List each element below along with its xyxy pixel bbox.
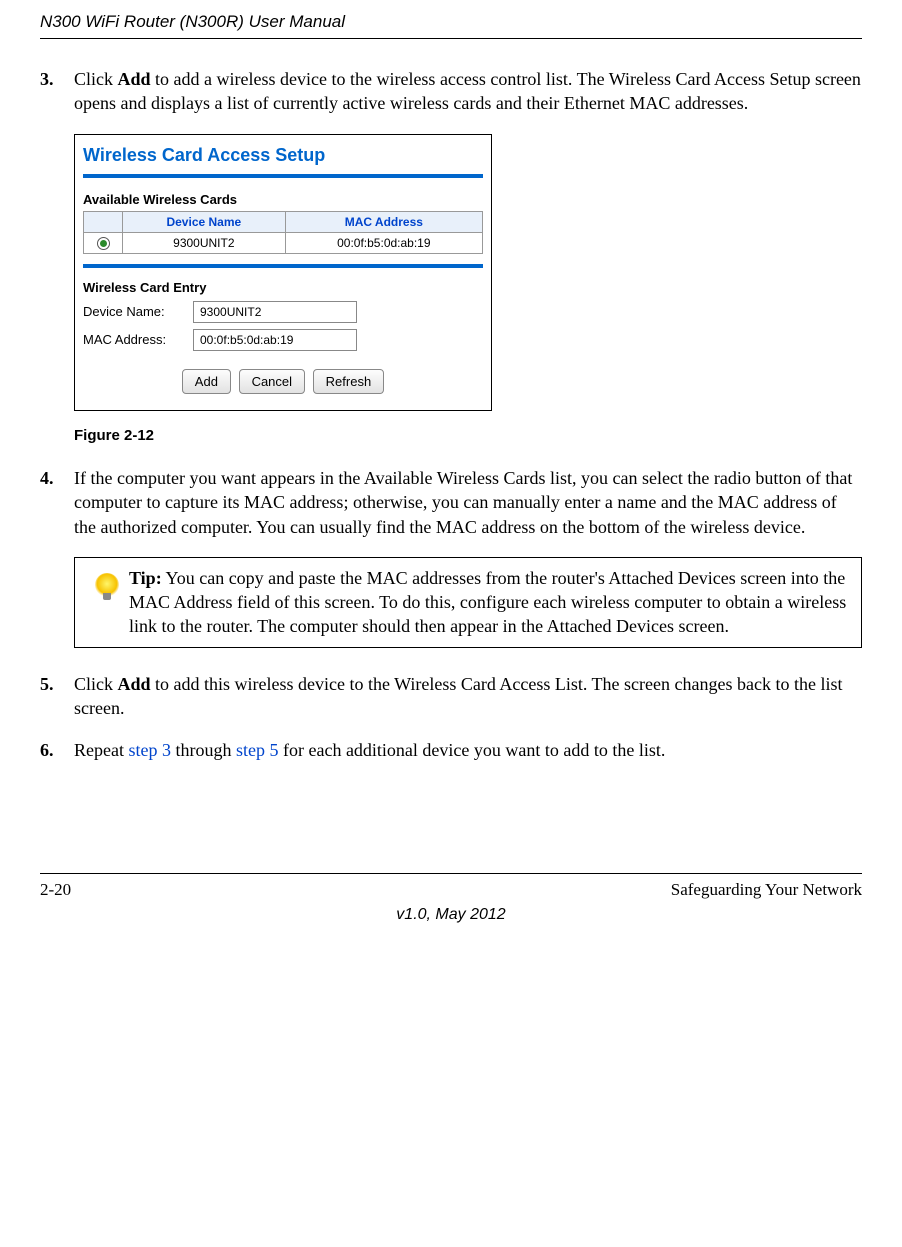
page-footer: 2-20 Safeguarding Your Network v1.0, May… <box>40 873 862 924</box>
tip-label: Tip: <box>129 568 162 588</box>
device-name-input[interactable]: 9300UNIT2 <box>193 301 357 323</box>
step-number: 5. <box>40 672 74 721</box>
wireless-card-access-setup-screenshot: Wireless Card Access Setup Available Wir… <box>74 134 492 411</box>
step-number: 6. <box>40 738 74 762</box>
table-row[interactable]: 9300UNIT2 00:0f:b5:0d:ab:19 <box>84 232 483 253</box>
title-bar <box>83 174 483 178</box>
step-number: 4. <box>40 466 74 539</box>
radio-column-header <box>84 211 123 232</box>
text-fragment: through <box>171 740 236 760</box>
available-cards-table: Device Name MAC Address 9300UNIT2 00:0f:… <box>83 211 483 254</box>
device-name-field-label: Device Name: <box>83 304 193 319</box>
add-keyword: Add <box>118 674 151 694</box>
text-fragment: to add this wireless device to the Wirel… <box>74 674 842 718</box>
refresh-button[interactable]: Refresh <box>313 369 385 394</box>
step-3-link[interactable]: step 3 <box>128 740 171 760</box>
available-cards-label: Available Wireless Cards <box>83 192 483 207</box>
step-text: Click Add to add a wireless device to th… <box>74 67 862 116</box>
mac-address-field-label: MAC Address: <box>83 332 193 347</box>
lightbulb-icon <box>92 570 122 600</box>
section-divider <box>83 264 483 268</box>
row-radio-button[interactable] <box>97 237 110 250</box>
add-button[interactable]: Add <box>182 369 231 394</box>
tip-text: Tip: You can copy and paste the MAC addr… <box>129 566 851 639</box>
cancel-button[interactable]: Cancel <box>239 369 305 394</box>
step-text: Repeat step 3 through step 5 for each ad… <box>74 738 862 762</box>
row-mac-address: 00:0f:b5:0d:ab:19 <box>285 232 482 253</box>
device-name-header: Device Name <box>123 211 286 232</box>
header-divider <box>40 38 862 39</box>
document-header: N300 WiFi Router (N300R) User Manual <box>40 0 862 38</box>
add-keyword: Add <box>118 69 151 89</box>
figure-caption: Figure 2-12 <box>74 427 862 444</box>
screenshot-title: Wireless Card Access Setup <box>83 145 483 166</box>
text-fragment: Repeat <box>74 740 128 760</box>
row-device-name: 9300UNIT2 <box>123 232 286 253</box>
step-text: Click Add to add this wireless device to… <box>74 672 862 721</box>
page-number: 2-20 <box>40 880 71 900</box>
step-5-link[interactable]: step 5 <box>236 740 279 760</box>
wireless-card-entry-label: Wireless Card Entry <box>83 280 483 295</box>
step-6: 6. Repeat step 3 through step 5 for each… <box>40 738 862 762</box>
mac-address-header: MAC Address <box>285 211 482 232</box>
mac-address-input[interactable]: 00:0f:b5:0d:ab:19 <box>193 329 357 351</box>
step-4: 4. If the computer you want appears in t… <box>40 466 862 539</box>
tip-box: Tip: You can copy and paste the MAC addr… <box>74 557 862 648</box>
text-fragment: to add a wireless device to the wireless… <box>74 69 861 113</box>
step-number: 3. <box>40 67 74 116</box>
footer-divider <box>40 873 862 874</box>
footer-version: v1.0, May 2012 <box>40 906 862 924</box>
text-fragment: for each additional device you want to a… <box>278 740 665 760</box>
footer-section-title: Safeguarding Your Network <box>671 880 862 900</box>
tip-body: You can copy and paste the MAC addresses… <box>129 568 846 637</box>
figure-2-12: Wireless Card Access Setup Available Wir… <box>74 134 862 411</box>
text-fragment: Click <box>74 674 118 694</box>
step-text: If the computer you want appears in the … <box>74 466 862 539</box>
step-3: 3. Click Add to add a wireless device to… <box>40 67 862 116</box>
text-fragment: Click <box>74 69 118 89</box>
step-5: 5. Click Add to add this wireless device… <box>40 672 862 721</box>
